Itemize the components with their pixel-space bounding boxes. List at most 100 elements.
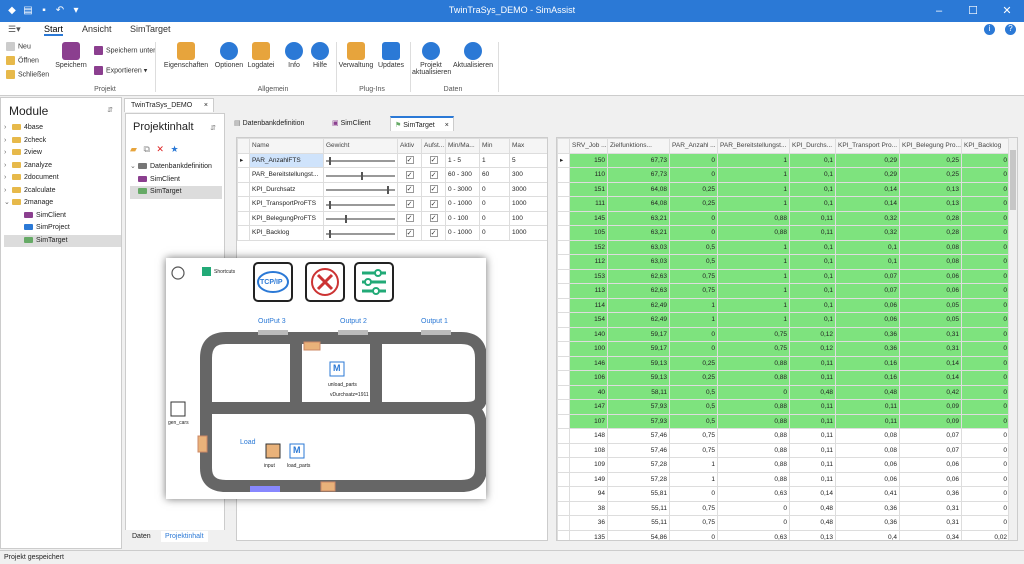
star-icon[interactable]: ★ xyxy=(170,144,178,154)
minimize-button[interactable]: – xyxy=(922,0,956,22)
results-header-cell[interactable]: SRV_Job ... xyxy=(569,138,608,154)
results-header-cell[interactable]: PAR_Bereitstellungst... xyxy=(717,138,790,154)
menu-icon[interactable]: ☰▾ xyxy=(8,24,21,35)
aufst-checkbox[interactable]: ✓ xyxy=(421,196,446,212)
tab-ansicht[interactable]: Ansicht xyxy=(82,24,112,34)
tab-projektinhalt[interactable]: Projektinhalt xyxy=(161,531,208,542)
params-row[interactable]: KPI_BelegungProFTS ✓ ✓ 0 - 100 0 100 xyxy=(237,210,547,226)
properties-button[interactable]: Eigenschaften xyxy=(162,42,210,69)
results-row[interactable]: 153 62,63 0,75 1 0,1 0,07 0,06 0 xyxy=(557,268,1010,284)
results-row[interactable]: 110 67,73 0 1 0,1 0,29 0,25 0 xyxy=(557,167,1010,183)
results-row[interactable]: 94 55,81 0 0,63 0,14 0,41 0,36 0 xyxy=(557,486,1010,502)
results-header-cell[interactable]: Zielfunktions... xyxy=(607,138,670,154)
results-row[interactable]: 40 58,11 0,5 0 0,48 0,48 0,42 0 xyxy=(557,384,1010,400)
min-cell[interactable]: 0 xyxy=(479,210,510,226)
pin-icon[interactable]: ⇵ xyxy=(210,124,216,132)
help-button[interactable]: Hilfe xyxy=(308,42,332,69)
tree-item[interactable]: › 2calculate xyxy=(4,185,121,198)
active-checkbox[interactable]: ✓ xyxy=(397,181,422,197)
open-button[interactable]: Öffnen xyxy=(6,56,39,65)
tab-simtarget[interactable]: SimTarget xyxy=(130,24,171,34)
weight-slider[interactable] xyxy=(323,210,398,226)
close-button[interactable]: ✕ xyxy=(990,0,1024,22)
results-row[interactable]: 148 57,46 0,75 0,88 0,11 0,08 0,07 0 xyxy=(557,428,1010,444)
results-row[interactable]: 135 54,86 0 0,63 0,13 0,4 0,34 0,02 xyxy=(557,529,1010,540)
results-header-cell[interactable]: KPI_Transport Pro... xyxy=(835,138,900,154)
min-cell[interactable]: 60 xyxy=(479,167,510,183)
tree-item[interactable]: › 2analyze xyxy=(4,160,121,173)
tree-item[interactable]: › 2view xyxy=(4,147,121,160)
info-button[interactable]: Info xyxy=(282,42,306,69)
aufst-checkbox[interactable]: ✓ xyxy=(421,225,446,241)
results-row[interactable]: 108 57,46 0,75 0,88 0,11 0,08 0,07 0 xyxy=(557,442,1010,458)
results-row[interactable]: 151 64,08 0,25 1 0,1 0,14 0,13 0 xyxy=(557,181,1010,197)
results-row[interactable]: 107 57,93 0,5 0,88 0,11 0,11 0,09 0 xyxy=(557,413,1010,429)
weight-slider[interactable] xyxy=(323,196,398,212)
aufst-checkbox[interactable]: ✓ xyxy=(421,181,446,197)
max-cell[interactable]: 300 xyxy=(509,167,547,183)
weight-slider[interactable] xyxy=(323,181,398,197)
active-checkbox[interactable]: ✓ xyxy=(397,225,422,241)
tree-item[interactable]: › 2check xyxy=(4,135,121,148)
params-header-cell[interactable]: Min/Ma... xyxy=(445,138,480,154)
tree-item[interactable]: › 4base xyxy=(4,122,121,135)
results-row[interactable]: ▸ 150 67,73 0 1 0,1 0,29 0,25 0 xyxy=(557,152,1010,168)
results-row[interactable]: 154 62,49 1 1 0,1 0,06 0,05 0 xyxy=(557,312,1010,328)
results-header-cell[interactable]: KPI_Belegung Pro... xyxy=(899,138,962,154)
options-button[interactable]: Optionen xyxy=(214,42,244,69)
results-row[interactable]: 109 57,28 1 0,88 0,11 0,06 0,06 0 xyxy=(557,457,1010,473)
results-row[interactable]: 100 59,17 0 0,75 0,12 0,36 0,31 0 xyxy=(557,341,1010,357)
results-row[interactable]: 113 62,63 0,75 1 0,1 0,07 0,06 0 xyxy=(557,283,1010,299)
params-header-cell[interactable]: Name xyxy=(249,138,324,154)
max-cell[interactable]: 3000 xyxy=(509,181,547,197)
results-row[interactable]: 111 64,08 0,25 1 0,1 0,14 0,13 0 xyxy=(557,196,1010,212)
save-button[interactable]: Speichern xyxy=(54,42,88,69)
close-icon[interactable]: × xyxy=(445,122,449,129)
params-row[interactable]: PAR_Bereitstellungst... ✓ ✓ 60 - 300 60 300 xyxy=(237,167,547,183)
tree-item[interactable]: SimProject xyxy=(4,222,121,235)
max-cell[interactable]: 100 xyxy=(509,210,547,226)
aufst-checkbox[interactable]: ✓ xyxy=(421,152,446,168)
results-row[interactable]: 106 59,13 0,25 0,88 0,11 0,16 0,14 0 xyxy=(557,370,1010,386)
params-header-cell[interactable]: Aufst... xyxy=(421,138,446,154)
results-header-cell[interactable]: KPI_Durchs... xyxy=(789,138,836,154)
management-button[interactable]: Verwaltung xyxy=(338,42,374,69)
params-row[interactable]: KPI_TransportProFTS ✓ ✓ 0 - 1000 0 1000 xyxy=(237,196,547,212)
delete-icon[interactable]: ✕ xyxy=(156,144,164,154)
tree-item[interactable]: SimTarget xyxy=(4,234,121,247)
doc-tab[interactable]: TwinTraSys_DEMO × xyxy=(124,98,214,112)
tab-simtarget[interactable]: ⚑ SimTarget × xyxy=(390,116,454,131)
aufst-checkbox[interactable]: ✓ xyxy=(421,210,446,226)
max-cell[interactable]: 1000 xyxy=(509,196,547,212)
aufst-checkbox[interactable]: ✓ xyxy=(421,167,446,183)
open-folder-icon[interactable]: ▰ xyxy=(130,144,137,154)
active-checkbox[interactable]: ✓ xyxy=(397,210,422,226)
maximize-button[interactable]: ☐ xyxy=(956,0,990,22)
tab-start[interactable]: Start xyxy=(44,24,64,36)
save-as-button[interactable]: Speichern unter xyxy=(94,46,155,55)
params-header-cell[interactable]: Aktiv xyxy=(397,138,422,154)
tree-item[interactable]: SimClient xyxy=(4,210,121,223)
min-cell[interactable]: 0 xyxy=(479,181,510,197)
scrollbar[interactable] xyxy=(1008,138,1017,540)
active-checkbox[interactable]: ✓ xyxy=(397,167,422,183)
tree-item[interactable]: SimTarget xyxy=(130,186,222,199)
results-header-cell[interactable]: PAR_Anzahl ... xyxy=(669,138,718,154)
weight-slider[interactable] xyxy=(323,152,398,168)
min-cell[interactable]: 0 xyxy=(479,196,510,212)
help-circle-icon[interactable]: ? xyxy=(1005,24,1016,35)
logfile-button[interactable]: Logdatei xyxy=(246,42,276,69)
params-row[interactable]: ▸ PAR_AnzahlFTS ✓ ✓ 1 - 515 xyxy=(237,152,547,168)
copy-icon[interactable]: ⧉ xyxy=(143,144,149,154)
tab-datenbankdefinition[interactable]: ▤ Datenbankdefinition xyxy=(230,116,308,131)
active-checkbox[interactable]: ✓ xyxy=(397,152,422,168)
results-row[interactable]: 112 63,03 0,5 1 0,1 0,1 0,08 0 xyxy=(557,254,1010,270)
results-row[interactable]: 152 63,03 0,5 1 0,1 0,1 0,08 0 xyxy=(557,239,1010,255)
refresh-button[interactable]: Aktualisieren xyxy=(452,42,494,69)
tab-simclient[interactable]: ▣ SimClient xyxy=(328,116,375,131)
results-row[interactable]: 149 57,28 1 0,88 0,11 0,06 0,06 0 xyxy=(557,471,1010,487)
results-row[interactable]: 36 55,11 0,75 0 0,48 0,36 0,31 0 xyxy=(557,515,1010,531)
results-header-cell[interactable]: KPI_Backlog xyxy=(961,138,1010,154)
tree-item[interactable]: ⌄ 2manage xyxy=(4,197,121,210)
min-cell[interactable]: 1 xyxy=(479,152,510,168)
